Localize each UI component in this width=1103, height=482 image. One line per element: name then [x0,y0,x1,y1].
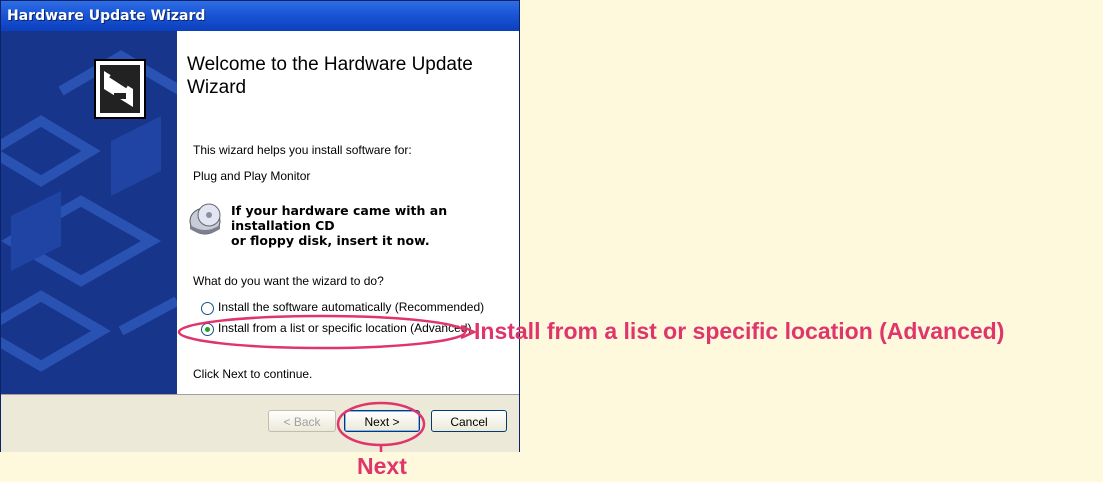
next-callout-label: Next [357,453,407,479]
wizard-heading: Welcome to the Hardware Update Wizard [187,54,473,98]
intro-text: This wizard helps you install software f… [193,143,412,157]
wizard-window: Hardware Update Wizard Welcome to the Ha… [0,0,520,452]
device-name: Plug and Play Monitor [193,169,311,183]
continue-hint: Click Next to continue. [193,367,313,381]
back-button[interactable]: < Back [268,410,336,432]
title-bar[interactable]: Hardware Update Wizard [1,1,519,31]
next-button[interactable]: Next > [344,410,420,432]
cd-prompt-text: If your hardware came with an installati… [231,203,521,248]
radio-button[interactable] [201,323,214,336]
option-callout-label: Install from a list or specific location… [474,318,1005,344]
cd-prompt-line2: or floppy disk, insert it now. [231,233,430,248]
button-bar: < Back Next > Cancel [1,394,519,452]
radio-install-from-list[interactable]: Install from a list or specific location… [201,321,501,339]
wizard-content: Welcome to the Hardware Update Wizard Th… [177,31,519,394]
cancel-button[interactable]: Cancel [431,410,507,432]
wizard-side-panel [1,31,177,394]
side-panel-graphic [1,31,177,394]
radio-button[interactable] [201,302,214,315]
cd-prompt-line1: If your hardware came with an installati… [231,203,448,233]
radio-install-automatically[interactable]: Install the software automatically (Reco… [201,300,501,318]
cd-prompt: If your hardware came with an installati… [187,199,517,248]
wizard-hardware-icon [94,59,146,119]
wizard-question: What do you want the wizard to do? [193,274,384,288]
radio-label[interactable]: Install the software automatically (Reco… [218,300,484,314]
radio-label[interactable]: Install from a list or specific location… [218,321,471,335]
window-title: Hardware Update Wizard [7,8,206,24]
cd-disk-icon [189,203,221,235]
